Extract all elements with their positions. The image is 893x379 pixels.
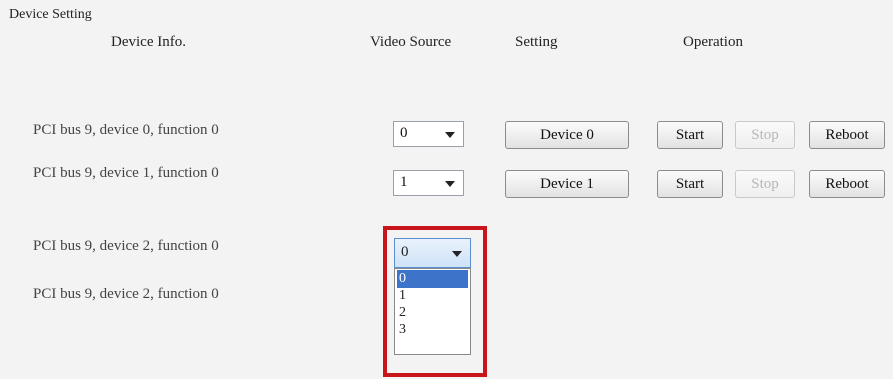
video-source-value-1: 1 bbox=[400, 174, 408, 190]
start-button-1[interactable]: Start bbox=[657, 170, 723, 198]
chevron-down-icon bbox=[452, 251, 462, 257]
device-1-button[interactable]: Device 1 bbox=[505, 170, 629, 198]
video-source-value-0: 0 bbox=[400, 125, 408, 141]
reboot-button-1[interactable]: Reboot bbox=[809, 170, 885, 198]
device-info-0: PCI bus 9, device 0, function 0 bbox=[33, 122, 219, 138]
device-0-button[interactable]: Device 0 bbox=[505, 121, 629, 149]
dropdown-option-0[interactable]: 0 bbox=[397, 270, 468, 288]
column-header-video-source: Video Source bbox=[370, 34, 452, 50]
device-info-3: PCI bus 9, device 2, function 0 bbox=[33, 286, 219, 302]
device-info-1: PCI bus 9, device 1, function 0 bbox=[33, 165, 219, 181]
video-source-select-2[interactable]: 0 bbox=[394, 238, 471, 268]
start-button-0[interactable]: Start bbox=[657, 121, 723, 149]
video-source-dropdown-list: 0 1 2 3 bbox=[394, 268, 471, 355]
column-header-setting: Setting bbox=[515, 34, 558, 50]
stop-button-0[interactable]: Stop bbox=[735, 121, 795, 149]
video-source-value-2: 0 bbox=[401, 244, 409, 260]
dropdown-option-2[interactable]: 2 bbox=[397, 304, 468, 322]
chevron-down-icon bbox=[445, 181, 455, 187]
group-title: Device Setting bbox=[9, 7, 92, 22]
dropdown-option-1[interactable]: 1 bbox=[397, 287, 468, 305]
video-source-select-1[interactable]: 1 bbox=[393, 170, 464, 196]
reboot-button-0[interactable]: Reboot bbox=[809, 121, 885, 149]
chevron-down-icon bbox=[445, 132, 455, 138]
column-header-operation: Operation bbox=[683, 34, 743, 50]
dropdown-option-3[interactable]: 3 bbox=[397, 321, 468, 339]
device-info-2: PCI bus 9, device 2, function 0 bbox=[33, 238, 219, 254]
stop-button-1[interactable]: Stop bbox=[735, 170, 795, 198]
column-header-device-info: Device Info. bbox=[111, 34, 186, 50]
video-source-select-0[interactable]: 0 bbox=[393, 121, 464, 147]
